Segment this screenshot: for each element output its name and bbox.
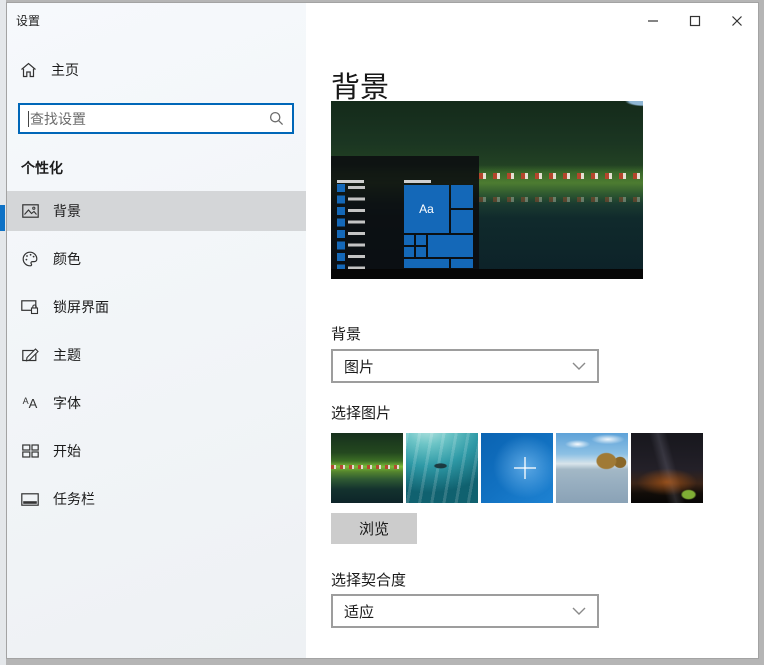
sidebar-item-label: 任务栏 xyxy=(53,489,95,509)
sidebar-nav: 背景 颜色 锁屏界面 主题 AA xyxy=(7,191,306,527)
sidebar-item-label: 锁屏界面 xyxy=(53,297,109,317)
sidebar-item-background[interactable]: 背景 xyxy=(7,191,306,231)
start-menu-app-list-icons xyxy=(337,184,345,269)
sidebar-item-colors[interactable]: 颜色 xyxy=(7,239,306,279)
accent-mark xyxy=(0,205,5,231)
background-type-value: 图片 xyxy=(344,356,374,377)
background-type-dropdown[interactable]: 图片 xyxy=(331,349,599,383)
chevron-down-icon xyxy=(572,607,586,615)
close-icon xyxy=(731,15,743,27)
start-menu-tile xyxy=(451,259,473,268)
maximize-icon xyxy=(689,15,701,27)
search-placeholder: 查找设置 xyxy=(30,109,86,129)
sidebar-item-start[interactable]: 开始 xyxy=(7,431,306,471)
thumbnail-windows-default-blue[interactable] xyxy=(481,433,553,503)
minimize-button[interactable] xyxy=(632,3,674,39)
choose-fit-label: 选择契合度 xyxy=(331,569,406,590)
start-menu-mockup: Aa xyxy=(331,156,479,269)
window-title: 设置 xyxy=(16,12,40,29)
sidebar-item-fonts[interactable]: AA 字体 xyxy=(7,383,306,423)
preview-taskbar-strip xyxy=(331,269,643,279)
start-menu-tile xyxy=(404,247,414,257)
start-menu-tile xyxy=(404,259,449,268)
start-menu-tile xyxy=(416,235,426,245)
picture-thumbnails xyxy=(331,433,703,503)
sidebar-item-label: 字体 xyxy=(53,393,81,413)
minimize-icon xyxy=(647,15,659,27)
background-preview-image: Aa xyxy=(331,101,643,279)
start-menu-tile-large: Aa xyxy=(404,185,449,233)
sidebar-item-label: 主题 xyxy=(53,345,81,365)
start-icon xyxy=(21,444,39,458)
home-icon xyxy=(20,62,37,78)
start-menu-tile xyxy=(428,235,473,257)
search-input[interactable]: 查找设置 xyxy=(18,103,294,134)
sidebar: 主页 查找设置 个性化 背景 颜色 xyxy=(7,3,306,658)
picture-icon xyxy=(21,204,39,218)
sidebar-item-home[interactable]: 主页 xyxy=(20,60,79,80)
fit-dropdown[interactable]: 适应 xyxy=(331,594,599,628)
search-icon[interactable] xyxy=(269,111,284,126)
chevron-down-icon xyxy=(572,362,586,370)
sidebar-item-lockscreen[interactable]: 锁屏界面 xyxy=(7,287,306,327)
start-menu-tile xyxy=(404,235,414,245)
background-field-label: 背景 xyxy=(331,323,361,344)
window-controls xyxy=(632,3,758,39)
browse-button[interactable]: 浏览 xyxy=(331,513,417,544)
choose-picture-label: 选择图片 xyxy=(331,402,391,423)
thumbnail-underwater-diver[interactable] xyxy=(406,433,478,503)
start-menu-tile xyxy=(416,247,426,257)
palette-icon xyxy=(21,251,39,267)
sidebar-item-label: 开始 xyxy=(53,441,81,461)
text-caret xyxy=(28,111,29,127)
thumbnail-fjord-landscape[interactable] xyxy=(331,433,403,503)
start-menu-app-list-labels xyxy=(348,186,365,269)
start-menu-tile xyxy=(451,210,473,233)
sidebar-item-themes[interactable]: 主题 xyxy=(7,335,306,375)
sidebar-item-label: 颜色 xyxy=(53,249,81,269)
fonts-icon: AA xyxy=(21,397,39,410)
sidebar-item-label: 背景 xyxy=(53,201,81,221)
fit-value: 适应 xyxy=(344,601,374,622)
start-menu-tile xyxy=(451,185,473,208)
thumbnail-beach-rocks[interactable] xyxy=(556,433,628,503)
thumbnail-night-sky-tent[interactable] xyxy=(631,433,703,503)
sidebar-home-label: 主页 xyxy=(51,60,79,80)
start-menu-header-line xyxy=(337,180,364,183)
lockscreen-icon xyxy=(21,300,39,315)
start-menu-tiles-header-line xyxy=(404,180,431,183)
sidebar-section-label: 个性化 xyxy=(21,158,63,178)
settings-window: 设置 主页 查找设置 个性化 xyxy=(6,2,759,659)
close-button[interactable] xyxy=(716,3,758,39)
themes-icon xyxy=(21,348,39,363)
maximize-button[interactable] xyxy=(674,3,716,39)
sidebar-item-taskbar[interactable]: 任务栏 xyxy=(7,479,306,519)
taskbar-icon xyxy=(21,493,39,506)
tile-aa-label: Aa xyxy=(419,202,434,216)
